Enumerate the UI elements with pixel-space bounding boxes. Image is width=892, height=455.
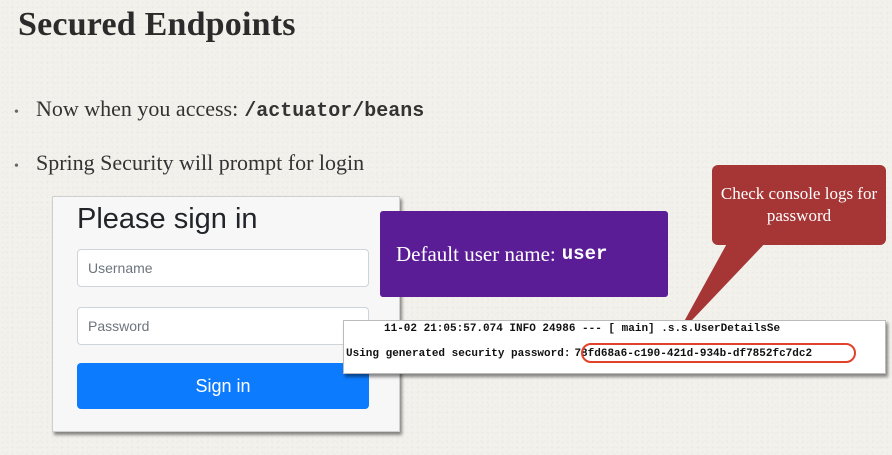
password-input[interactable]: Password [77, 307, 369, 345]
signin-button[interactable]: Sign in [77, 363, 369, 409]
signin-form: Please sign in Username Password Sign in [52, 196, 400, 432]
password-highlight-circle [581, 343, 856, 363]
username-input[interactable]: Username [77, 249, 369, 287]
callout-text: Default user name: [396, 241, 556, 266]
console-logs-callout: Check console logs for password [712, 165, 886, 245]
signin-heading: Please sign in [77, 203, 258, 235]
bullet-dot-icon: • [14, 105, 19, 120]
bullet-code: /actuator/beans [244, 100, 425, 123]
console-line-1: 11-02 21:05:57.074 INFO 24986 --- [ main… [384, 323, 781, 335]
slide-title: Secured Endpoints [18, 6, 296, 43]
bullet-prompt: • Spring Security will prompt for login [14, 150, 364, 176]
callout-username: user [561, 243, 608, 265]
bullet-text: Now when you access: [36, 96, 239, 121]
password-label: Using generated security password: [346, 348, 571, 360]
bullet-text: Spring Security will prompt for login [36, 150, 365, 175]
console-log: 11-02 21:05:57.074 INFO 24986 --- [ main… [343, 320, 886, 374]
bullet-access: • Now when you access: /actuator/beans [14, 96, 424, 123]
default-username-callout: Default user name: user [380, 211, 668, 297]
bullet-dot-icon: • [14, 159, 19, 174]
